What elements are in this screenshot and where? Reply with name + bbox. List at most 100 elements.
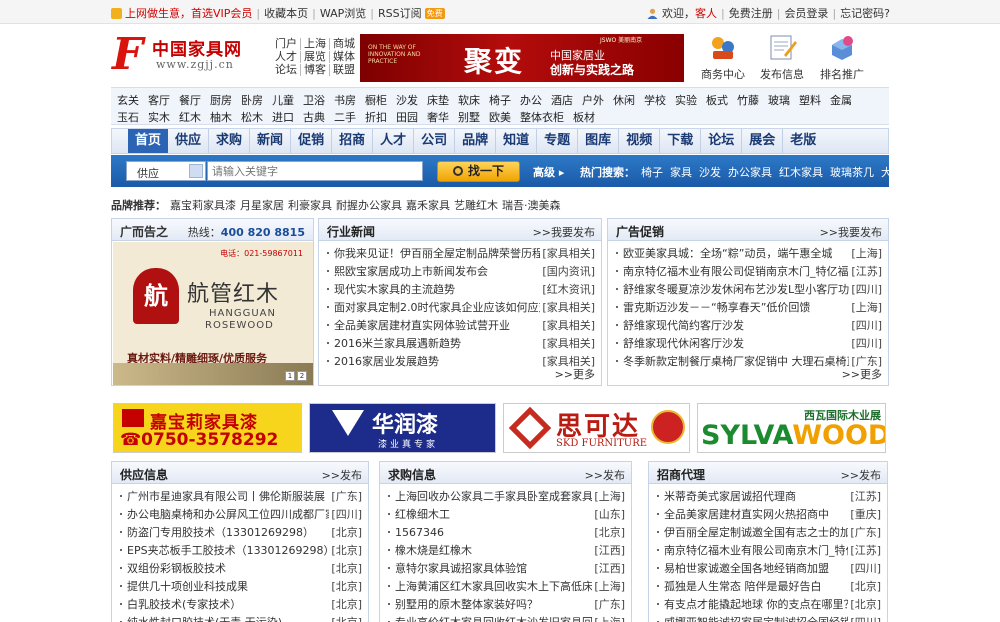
list-item[interactable]: 舒维家现代休闲客厅沙发 [四川]	[616, 335, 882, 353]
nav-tab[interactable]: 促销	[291, 129, 333, 153]
list-item[interactable]: 全品美家居建材直实网火热招商中 [重庆]	[657, 506, 881, 524]
list-item-text[interactable]: 面对家具定制2.0时代家具企业应该如何应对	[334, 301, 550, 314]
nav-tab[interactable]: 公司	[414, 129, 456, 153]
site-logo[interactable]: F 中国家具网 www.zgjj.cn	[112, 33, 262, 81]
list-item-text[interactable]: 办公电脑桌椅和办公屏风工位四川成都厂家3	[127, 508, 343, 521]
search-button[interactable]: 找一下	[437, 161, 520, 182]
register-link[interactable]: 免费注册	[729, 5, 773, 21]
list-item-text[interactable]: 舒维家现代简约客厅沙发	[623, 319, 744, 332]
list-item-text[interactable]: 南京特亿福木业有限公司促销南京木门_特亿福原木	[623, 265, 871, 278]
list-item-text[interactable]: 有支点才能撬起地球 你的支点在哪里？	[664, 598, 855, 611]
list-item[interactable]: EPS夹芯板手工胶技术（13301269298） [北京]	[120, 542, 362, 560]
category-link[interactable]: 板式	[706, 92, 728, 108]
list-item[interactable]: 橡木烧是红橡木 [江西]	[388, 542, 625, 560]
nav-tab[interactable]: 老版	[783, 129, 823, 153]
list-item-text[interactable]: 别墅用的原木整体家装好吗？	[395, 598, 538, 611]
nav-tab[interactable]: 招商	[332, 129, 374, 153]
list-item[interactable]: 米蒂奇美式家居诚招代理商 [江苏]	[657, 488, 881, 506]
list-item[interactable]: 白乳胶技术(专家技术） [北京]	[120, 596, 362, 614]
channel-link[interactable]: 博客	[301, 64, 330, 76]
search-category-select[interactable]: 供应	[126, 161, 206, 181]
category-link[interactable]: 沙发	[396, 92, 418, 108]
skd-ad[interactable]: 思可达 SKD FURNITURE	[503, 403, 690, 453]
carpoly-ad[interactable]: 嘉宝莉家具漆 ☎0750-3578292	[113, 403, 302, 453]
brand-link[interactable]: 艺雕红木	[454, 197, 498, 213]
list-item-text[interactable]: 易柏世家诚邀全国各地经销商加盟	[664, 562, 829, 575]
brand-link[interactable]: 利豪家具	[288, 197, 332, 213]
list-item-text[interactable]: 意特尔家具诚招家具体验馆	[395, 562, 527, 575]
category-link[interactable]: 欧美	[489, 109, 511, 125]
category-link[interactable]: 玻璃	[768, 92, 790, 108]
brand-link[interactable]: 月星家居	[240, 197, 284, 213]
list-item[interactable]: 办公电脑桌椅和办公屏风工位四川成都厂家3 [四川]	[120, 506, 362, 524]
list-item[interactable]: 意特尔家具诚招家具体验馆 [江西]	[388, 560, 625, 578]
category-link[interactable]: 玉石	[117, 109, 139, 125]
hot-search-link[interactable]: 红木家具	[779, 164, 823, 180]
list-item-text[interactable]: 白乳胶技术(专家技术）	[127, 598, 241, 611]
category-link[interactable]: 别墅	[458, 109, 480, 125]
brand-link[interactable]: 嘉禾家具	[406, 197, 450, 213]
list-item-text[interactable]: 提供几十项创业科技成果	[127, 580, 248, 593]
category-link[interactable]: 奢华	[427, 109, 449, 125]
bookmark-link[interactable]: 收藏本页	[264, 5, 308, 21]
list-item[interactable]: 2016米兰家具展遇新趋势 [家具相关]	[327, 335, 595, 353]
publish-link[interactable]: >>发布	[841, 467, 881, 483]
category-link[interactable]: 休闲	[613, 92, 635, 108]
channel-link[interactable]: 门户	[272, 38, 301, 50]
list-item-text[interactable]: 1567346	[395, 526, 444, 539]
nav-tab[interactable]: 论坛	[701, 129, 743, 153]
nav-tab[interactable]: 人才	[373, 129, 415, 153]
list-item[interactable]: 面对家具定制2.0时代家具企业应该如何应对 [家具相关]	[327, 299, 595, 317]
list-item[interactable]: 上海黄浦区红木家具回收实木上下高低床估古 [上海]	[388, 578, 625, 596]
channel-link[interactable]: 媒体	[330, 51, 358, 63]
ad-pager-dot[interactable]: 1	[285, 371, 295, 381]
list-item-text[interactable]: 孤独是人生常态 陪伴是最好告白	[664, 580, 822, 593]
category-link[interactable]: 塑料	[799, 92, 821, 108]
advanced-search-link[interactable]: 高级 ▸	[533, 164, 564, 180]
list-item-text[interactable]: 你我来见证！伊百丽全屋定制品牌荣誉历程	[334, 247, 543, 260]
publish-link[interactable]: >>我要发布	[533, 224, 595, 240]
category-link[interactable]: 橱柜	[365, 92, 387, 108]
list-item[interactable]: 双组份彩钢板胶技术 [北京]	[120, 560, 362, 578]
search-input[interactable]	[207, 161, 423, 181]
list-item-text[interactable]: 红橡细木工	[395, 508, 450, 521]
list-item[interactable]: 雷克斯迈沙发－－“畅享春天”低价回馈 [上海]	[616, 299, 882, 317]
wap-link[interactable]: WAP浏览	[320, 5, 366, 21]
hot-search-link[interactable]: 沙发	[699, 164, 721, 180]
category-link[interactable]: 田园	[396, 109, 418, 125]
list-item-text[interactable]: 上海回收办公家具二手家具卧室成套家具	[395, 490, 593, 503]
nav-tab-home[interactable]: 首页	[128, 129, 169, 153]
list-item-text[interactable]: 橡木烧是红橡木	[395, 544, 472, 557]
list-item[interactable]: 1567346 [北京]	[388, 524, 625, 542]
brand-link[interactable]: 耐握办公家具	[336, 197, 402, 213]
category-link[interactable]: 户外	[582, 92, 604, 108]
category-link[interactable]: 实木	[148, 109, 170, 125]
hot-search-link[interactable]: 大班	[881, 164, 903, 180]
category-link[interactable]: 酒店	[551, 92, 573, 108]
list-item-text[interactable]: 熙欧宝家居成功上市新闻发布会	[334, 265, 488, 278]
list-item[interactable]: 防盗门专用胶技术（13301269298） [北京]	[120, 524, 362, 542]
list-item-text[interactable]: 伊百丽全屋定制诚邀全国有志之士的加盟	[664, 526, 862, 539]
category-link[interactable]: 古典	[303, 109, 325, 125]
nav-tab[interactable]: 求购	[209, 129, 251, 153]
list-item[interactable]: 现代实木家具的主流趋势 [红木资讯]	[327, 281, 595, 299]
category-link[interactable]: 二手	[334, 109, 356, 125]
category-link[interactable]: 办公	[520, 92, 542, 108]
list-item-text[interactable]: 防盗门专用胶技术（13301269298）	[127, 526, 314, 539]
more-link[interactable]: >>更多	[555, 366, 595, 382]
list-item-text[interactable]: 舒维家冬暖夏凉沙发休闲布艺沙发L型小客厅功能沙	[623, 283, 871, 296]
list-item[interactable]: 你我来见证！伊百丽全屋定制品牌荣誉历程 [家具相关]	[327, 245, 595, 263]
nav-tab[interactable]: 视频	[619, 129, 661, 153]
channel-link[interactable]: 上海	[301, 38, 330, 50]
list-item-text[interactable]: 上海黄浦区红木家具回收实木上下高低床估古	[395, 580, 615, 593]
channel-link[interactable]: 论坛	[272, 64, 301, 76]
vip-promo-link[interactable]: 上网做生意，首选VIP会员	[125, 5, 252, 21]
list-item-text[interactable]: 欧亚美家具城：全场“粽”动员，端午惠全城	[623, 247, 832, 260]
list-item[interactable]: 舒维家现代简约客厅沙发 [四川]	[616, 317, 882, 335]
category-link[interactable]: 书房	[334, 92, 356, 108]
nav-tab[interactable]: 品牌	[455, 129, 497, 153]
login-link[interactable]: 会员登录	[784, 5, 828, 21]
list-item-text[interactable]: 2016米兰家具展遇新趋势	[334, 337, 461, 350]
category-link[interactable]: 餐厅	[179, 92, 201, 108]
list-item[interactable]: 舒维家冬暖夏凉沙发休闲布艺沙发L型小客厅功能沙 [四川]	[616, 281, 882, 299]
